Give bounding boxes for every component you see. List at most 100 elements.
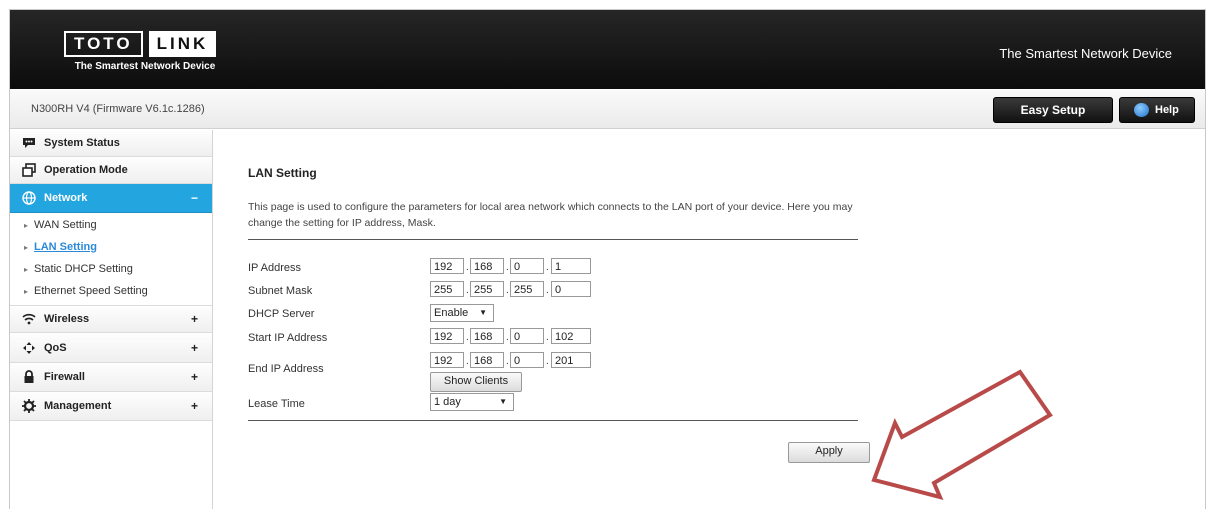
- subnet-mask-octet-3[interactable]: 255: [510, 281, 544, 297]
- ip-address-octet-3[interactable]: 0: [510, 258, 544, 274]
- show-clients-button[interactable]: Show Clients: [430, 372, 522, 392]
- apply-button[interactable]: Apply: [788, 442, 870, 463]
- start-ip-octet-3[interactable]: 0: [510, 328, 544, 344]
- ip-address-octet-2[interactable]: 168: [470, 258, 504, 274]
- bullet-icon: ▸: [24, 287, 29, 296]
- start-ip-octet-2[interactable]: 168: [470, 328, 504, 344]
- page-description: This page is used to configure the param…: [248, 201, 853, 229]
- expand-toggle-icon[interactable]: +: [191, 399, 198, 413]
- sidebar-item-label: QoS: [44, 342, 67, 354]
- bullet-icon: ▸: [24, 243, 29, 252]
- sidebar-subitem-ethernet-speed[interactable]: ▸ Ethernet Speed Setting: [24, 285, 148, 297]
- end-ip-label: End IP Address: [248, 363, 324, 375]
- end-ip-octet-4[interactable]: 201: [551, 352, 591, 368]
- help-icon: [1134, 103, 1149, 117]
- expand-toggle-icon[interactable]: +: [191, 341, 198, 355]
- bullet-icon: ▸: [24, 221, 29, 230]
- wifi-icon: [22, 313, 36, 325]
- divider: [248, 420, 858, 421]
- divider: [248, 239, 858, 240]
- help-button[interactable]: Help: [1119, 97, 1195, 123]
- dot-separator: .: [546, 285, 549, 296]
- logo-word-toto: TOTO: [64, 31, 143, 57]
- sidebar-item-qos[interactable]: QoS +: [10, 333, 212, 363]
- expand-toggle-icon[interactable]: +: [191, 312, 198, 326]
- dot-separator: .: [466, 332, 469, 343]
- sidebar-item-label: Firewall: [44, 371, 85, 383]
- lease-time-select[interactable]: 1 day ▼: [430, 393, 514, 411]
- end-ip-octet-2[interactable]: 168: [470, 352, 504, 368]
- lease-time-value: 1 day: [434, 396, 461, 408]
- sidebar-item-network[interactable]: Network −: [10, 184, 212, 213]
- top-banner: TOTO LINK The Smartest Network Device Th…: [10, 10, 1205, 89]
- chat-icon: [23, 138, 35, 148]
- totolink-logo: TOTO LINK The Smartest Network Device: [64, 31, 226, 72]
- sidebar-item-label: Network: [44, 192, 88, 204]
- dhcp-server-label: DHCP Server: [248, 308, 315, 320]
- dropdown-arrow-icon: ▼: [499, 397, 507, 406]
- sidebar-subitem-label: WAN Setting: [34, 219, 97, 231]
- dropdown-arrow-icon: ▼: [479, 308, 487, 317]
- ip-address-octet-4[interactable]: 1: [551, 258, 591, 274]
- subnet-mask-octet-1[interactable]: 255: [430, 281, 464, 297]
- sidebar-subitem-lan-setting[interactable]: ▸ LAN Setting: [24, 241, 97, 253]
- collapse-toggle-icon[interactable]: −: [191, 191, 198, 205]
- sidebar-subitem-label: LAN Setting: [34, 241, 97, 253]
- dot-separator: .: [466, 262, 469, 273]
- sidebar-menu: System Status Operation Mode Network − ▸…: [10, 130, 213, 509]
- sub-header-bar: N300RH V4 (Firmware V6.1c.1286) Easy Set…: [10, 90, 1205, 129]
- ip-address-label: IP Address: [248, 262, 301, 274]
- lease-time-row: Lease Time 1 day ▼: [248, 393, 858, 413]
- sidebar-subitem-label: Ethernet Speed Setting: [34, 285, 148, 297]
- sidebar-subitem-label: Static DHCP Setting: [34, 263, 133, 275]
- header-slogan: The Smartest Network Device: [999, 46, 1172, 61]
- page-title: LAN Setting: [248, 166, 317, 180]
- dot-separator: .: [506, 332, 509, 343]
- easy-setup-button[interactable]: Easy Setup: [993, 97, 1113, 123]
- dot-separator: .: [506, 285, 509, 296]
- globe-icon: [22, 191, 36, 205]
- start-ip-octet-1[interactable]: 192: [430, 328, 464, 344]
- sidebar-item-firewall[interactable]: Firewall +: [10, 363, 212, 392]
- dot-separator: .: [506, 356, 509, 367]
- expand-toggle-icon[interactable]: +: [191, 370, 198, 384]
- dhcp-server-select[interactable]: Enable ▼: [430, 304, 494, 322]
- sidebar-item-label: Wireless: [44, 313, 90, 325]
- lock-icon: [24, 370, 34, 383]
- end-ip-octet-3[interactable]: 0: [510, 352, 544, 368]
- dot-separator: .: [466, 285, 469, 296]
- sidebar-item-label: Management: [44, 400, 112, 412]
- dot-separator: .: [546, 262, 549, 273]
- end-ip-octet-1[interactable]: 192: [430, 352, 464, 368]
- sidebar-subitem-wan-setting[interactable]: ▸ WAN Setting: [24, 219, 97, 231]
- sidebar-item-operation-mode[interactable]: Operation Mode: [10, 157, 212, 184]
- logo-tagline: The Smartest Network Device: [74, 61, 216, 72]
- model-firmware-label: N300RH V4 (Firmware V6.1c.1286): [31, 103, 205, 115]
- dot-separator: .: [546, 356, 549, 367]
- start-ip-label: Start IP Address: [248, 332, 328, 344]
- sidebar-item-management[interactable]: Management +: [10, 392, 212, 421]
- ip-address-octet-1[interactable]: 192: [430, 258, 464, 274]
- lan-setting-panel: LAN Setting This page is used to configu…: [248, 166, 870, 463]
- lease-time-label: Lease Time: [248, 398, 305, 410]
- start-ip-row: Start IP Address 192 . 168 . 0 . 102: [248, 328, 858, 348]
- dot-separator: .: [466, 356, 469, 367]
- sidebar-item-system-status[interactable]: System Status: [10, 130, 212, 157]
- bullet-icon: ▸: [24, 265, 29, 274]
- subnet-mask-octet-2[interactable]: 255: [470, 281, 504, 297]
- qos-icon: [23, 342, 35, 354]
- gear-icon: [22, 399, 36, 413]
- start-ip-octet-4[interactable]: 102: [551, 328, 591, 344]
- end-ip-row: End IP Address 192 . 168 . 0 . 201 Show …: [248, 352, 858, 392]
- sidebar-subitem-static-dhcp[interactable]: ▸ Static DHCP Setting: [24, 263, 133, 275]
- help-button-label: Help: [1155, 104, 1179, 116]
- sidebar-item-label: System Status: [44, 137, 120, 149]
- ip-address-row: IP Address 192 . 168 . 0 . 1: [248, 258, 858, 278]
- subnet-mask-octet-4[interactable]: 0: [551, 281, 591, 297]
- window-icon: [22, 163, 36, 177]
- dhcp-server-value: Enable: [434, 307, 469, 319]
- sidebar-item-wireless[interactable]: Wireless +: [10, 305, 212, 333]
- router-admin-page: TOTO LINK The Smartest Network Device Th…: [9, 9, 1206, 509]
- subnet-mask-label: Subnet Mask: [248, 285, 313, 297]
- dot-separator: .: [506, 262, 509, 273]
